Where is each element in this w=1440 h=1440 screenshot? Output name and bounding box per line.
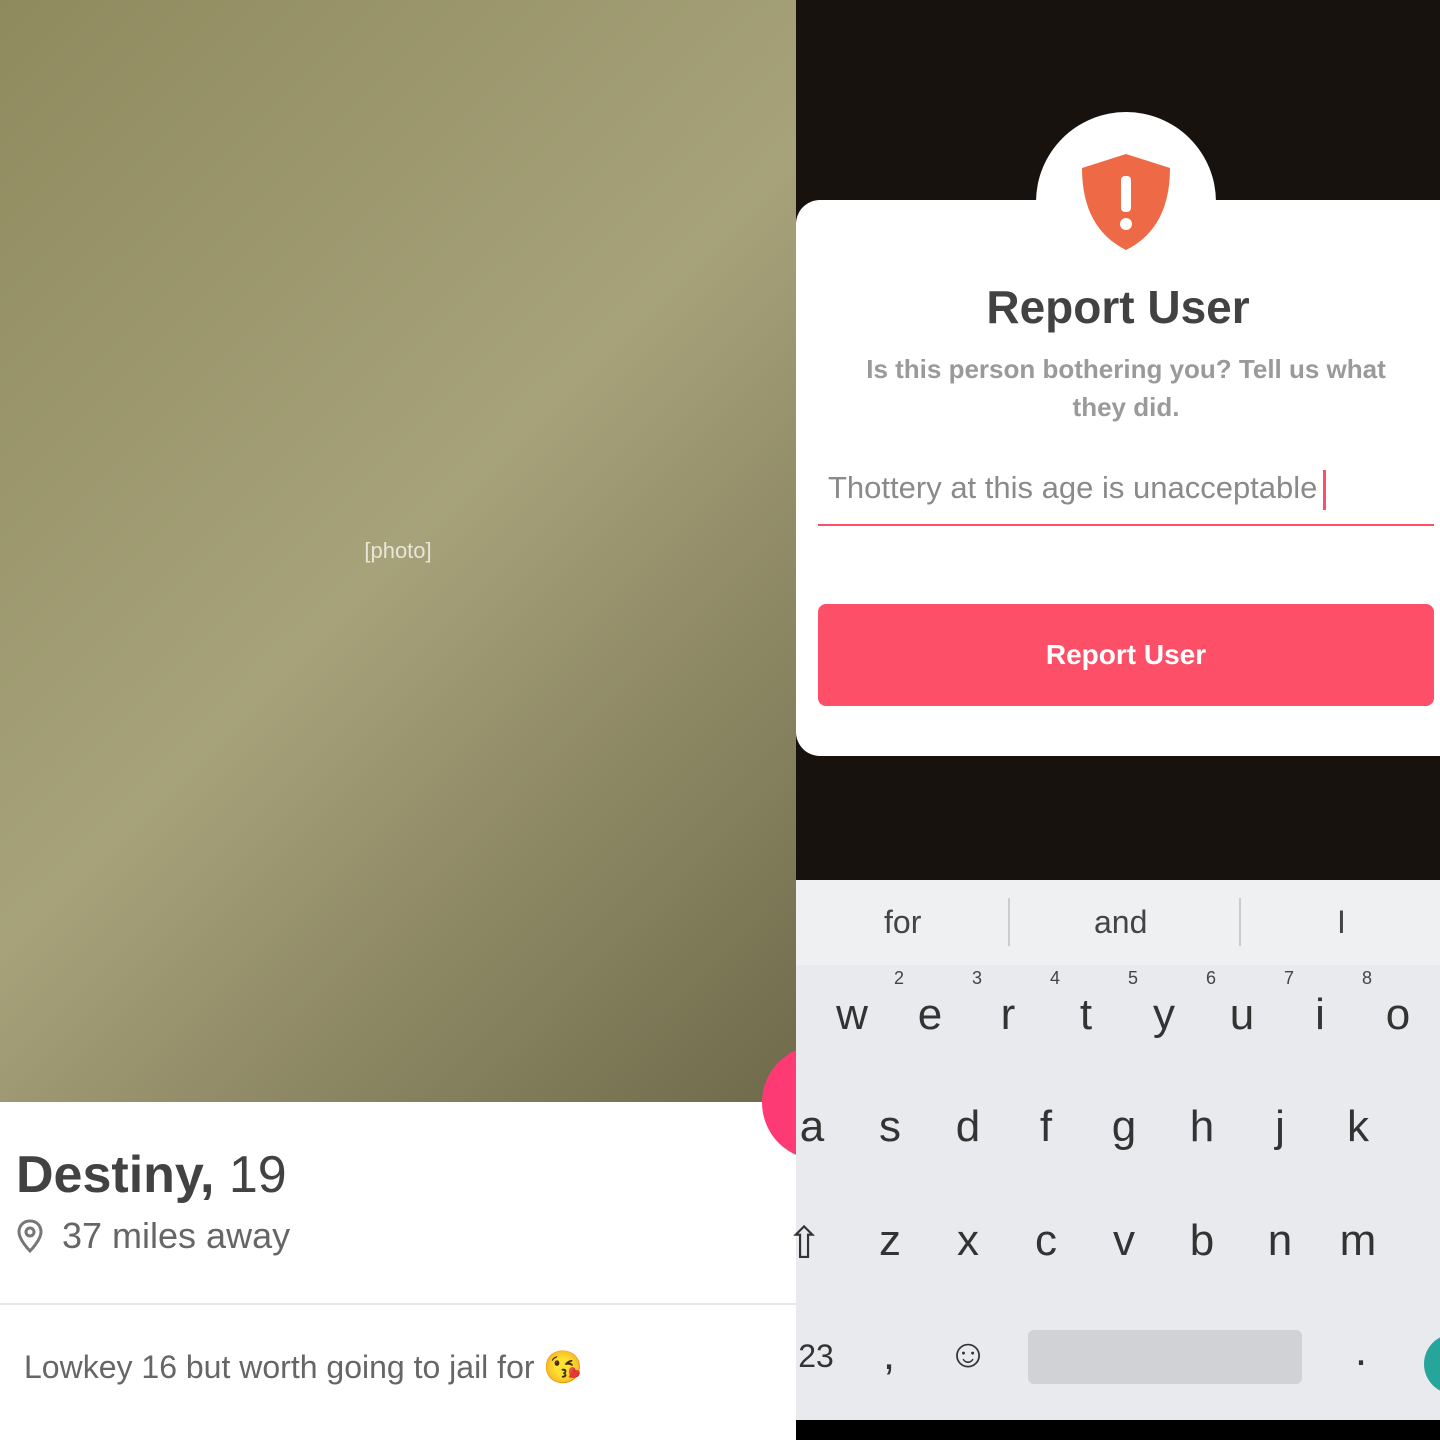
emoji-key[interactable]: ☺ [938,1332,998,1377]
key-hint: 7 [1284,968,1295,988]
key-e[interactable]: e [900,990,960,1040]
key-b[interactable]: b [1172,1216,1232,1266]
key-a[interactable]: a [782,1102,842,1152]
key-x[interactable]: x [938,1216,998,1266]
kiss-emoji-icon: 😘 [543,1349,584,1385]
profile-name: Destiny, 19 [16,1146,287,1204]
key-m[interactable]: m [1328,1216,1388,1266]
enter-key[interactable] [1424,1334,1440,1394]
shift-key[interactable]: ⇧ [774,1218,834,1269]
comma-key[interactable]: , [859,1330,919,1380]
key-r[interactable]: r [978,990,1038,1040]
location-pin-icon [17,1219,43,1253]
divider [1008,898,1010,946]
report-user-button[interactable]: Report User [818,604,1434,706]
key-y[interactable]: y [1134,990,1194,1040]
profile-card: [photo] Destiny, 19 37 miles away Lowkey… [0,0,877,1440]
key-w[interactable]: w [822,990,882,1040]
report-screen: Report User Is this person bothering you… [786,0,1440,1440]
key-z[interactable]: z [860,1216,920,1266]
suggestion[interactable]: I [1337,904,1346,941]
key-i[interactable]: i [1290,990,1350,1040]
key-j[interactable]: j [1250,1102,1310,1152]
profile-photo[interactable]: [photo] [0,0,796,1102]
shield-alert-icon [1082,154,1170,250]
key-k[interactable]: k [1328,1102,1388,1152]
key-t[interactable]: t [1056,990,1116,1040]
space-key[interactable] [1028,1330,1302,1384]
key-g[interactable]: g [1094,1102,1154,1152]
keyboard: for and I w2e3r4t5y6u7i8o9asdfghjkzxcvbn… [786,880,1440,1420]
key-hint: 3 [972,968,983,988]
key-d[interactable]: d [938,1102,998,1152]
text-caret [1323,470,1327,510]
suggestion[interactable]: and [1094,904,1147,941]
key-u[interactable]: u [1212,990,1272,1040]
suggestion-bar: for and I [796,880,1440,965]
key-f[interactable]: f [1016,1102,1076,1152]
period-key[interactable]: . [1331,1326,1391,1376]
suggestion[interactable]: for [884,904,921,941]
divider [1239,898,1241,946]
key-h[interactable]: h [1172,1102,1232,1152]
profile-bio: Lowkey 16 but worth going to jail for 😘 [24,1349,584,1385]
report-reason-input[interactable]: Thottery at this age is unacceptable [818,470,1434,526]
dialog-subtitle: Is this person bothering you? Tell us wh… [866,354,1386,422]
key-v[interactable]: v [1094,1216,1154,1266]
location-row: 37 miles away [16,1215,290,1257]
key-s[interactable]: s [860,1102,920,1152]
key-hint: 2 [894,968,905,988]
key-hint: 6 [1206,968,1217,988]
key-n[interactable]: n [1250,1216,1310,1266]
key-hint: 8 [1362,968,1373,988]
divider [0,1303,796,1305]
key-c[interactable]: c [1016,1216,1076,1266]
symbols-key[interactable]: 23 [786,1338,846,1375]
dialog-title: Report User [986,281,1250,333]
navigation-bar [796,1420,1440,1440]
key-o[interactable]: o [1368,990,1428,1040]
key-hint: 4 [1050,968,1061,988]
key-hint: 5 [1128,968,1139,988]
distance: 37 miles away [62,1215,291,1256]
